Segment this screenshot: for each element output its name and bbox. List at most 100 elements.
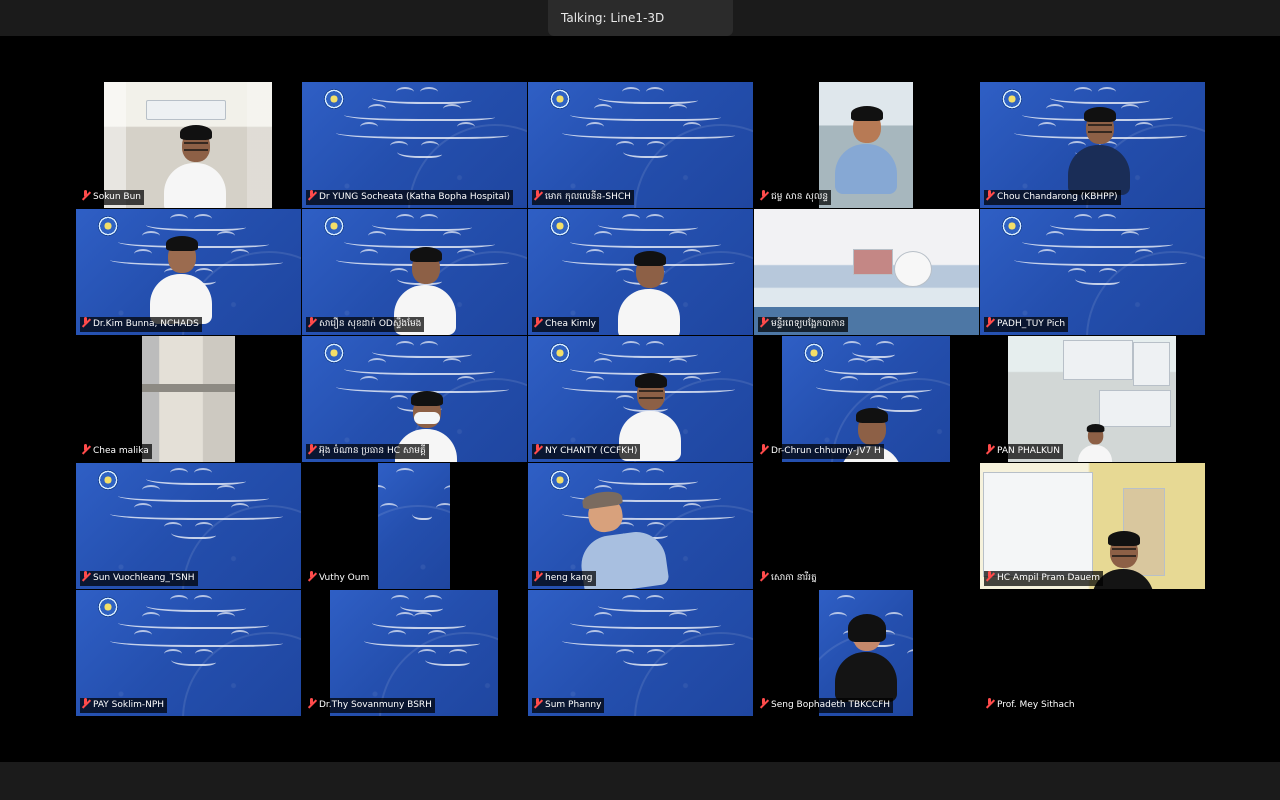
participant-tile[interactable]: HC Ampil Pram Dauem [980, 463, 1205, 589]
participant-name-label: Vuthy Oum [306, 571, 373, 586]
ministry-emblem [804, 343, 824, 363]
muted-microphone-icon [533, 698, 542, 709]
participant-tile[interactable]: Prof. Mey Sithach [980, 590, 1205, 716]
video-meeting-window: Talking: Line1-3D Sokun Bun Dr YUNG Soch… [0, 0, 1280, 800]
participant-name-label: PAY Soklim-NPH [80, 698, 168, 713]
participant-tile[interactable]: Sokun Bun [76, 82, 301, 208]
participant-tile[interactable]: Chou Chandarong (KBHPP) [980, 82, 1205, 208]
participant-tile[interactable]: មោក កុលលេនីន-SHCH [528, 82, 753, 208]
muted-microphone-icon [533, 190, 542, 201]
participant-video [142, 336, 235, 462]
participant-tile[interactable]: សារឿន សុខដាក់ ODស្ទឹងមែង [302, 209, 527, 335]
participant-tile[interactable]: PAN PHALKUN [980, 336, 1205, 462]
participant-name-label: សោភា នារីរត្ន [758, 571, 820, 586]
participant-name-label: Chea Kimly [532, 317, 599, 332]
muted-microphone-icon [533, 444, 542, 455]
participant-person [618, 251, 680, 335]
participant-person [150, 236, 212, 324]
muted-microphone-icon [985, 571, 994, 582]
muted-microphone-icon [759, 698, 768, 709]
muted-microphone-icon [307, 317, 316, 328]
muted-microphone-icon [985, 190, 994, 201]
participant-person [835, 106, 897, 194]
participant-video [819, 82, 913, 208]
participant-person [835, 614, 897, 702]
participant-name-label: Chou Chandarong (KBHPP) [984, 190, 1121, 205]
muted-microphone-icon [759, 444, 768, 455]
participant-tile[interactable]: PAY Soklim-NPH [76, 590, 301, 716]
ministry-emblem [550, 470, 570, 490]
participant-name-label: PAN PHALKUN [984, 444, 1063, 459]
wall-poster [1099, 390, 1171, 427]
presentation-slide [378, 463, 450, 589]
wall-poster [1133, 342, 1170, 386]
participant-name-label: Prof. Mey Sithach [984, 698, 1078, 713]
muted-microphone-icon [81, 190, 90, 201]
participant-name-label: Seng Bophadeth TBKCCFH [758, 698, 894, 713]
participant-tile[interactable]: សោភា នារីរត្ន [754, 463, 979, 589]
wall-chart [983, 472, 1093, 577]
ministry-emblem [550, 343, 570, 363]
participant-tile[interactable]: Dr.Thy Sovanmuny BSRH [302, 590, 527, 716]
participant-tile[interactable]: Dr YUNG Socheata (Katha Bopha Hospital) [302, 82, 527, 208]
wall-emblem [894, 251, 932, 287]
ministry-emblem [324, 89, 344, 109]
participant-person [164, 125, 226, 208]
participant-name-label: មោក កុលលេនីន-SHCH [532, 190, 634, 205]
muted-microphone-icon [307, 190, 316, 201]
participant-person [1068, 107, 1130, 195]
participant-tile[interactable]: Chea malika [76, 336, 301, 462]
participant-tile[interactable]: Chea Kimly [528, 209, 753, 335]
wall-rail [142, 384, 235, 392]
participant-tile[interactable]: Sum Phanny [528, 590, 753, 716]
participant-tile[interactable]: Vuthy Oum [302, 463, 527, 589]
wall-poster [1063, 340, 1133, 380]
ministry-emblem [324, 343, 344, 363]
participant-tile[interactable]: NY CHANTY (CCFKH) [528, 336, 753, 462]
participant-name-label: Dr.Thy Sovanmuny BSRH [306, 698, 435, 713]
participant-tile[interactable]: Dr-Chrun chhunny-JV7 H [754, 336, 979, 462]
ministry-emblem [550, 89, 570, 109]
muted-microphone-icon [985, 444, 994, 455]
participant-tile[interactable]: heng kang [528, 463, 753, 589]
participant-tile[interactable]: Seng Bophadeth TBKCCFH [754, 590, 979, 716]
talking-indicator: Talking: Line1-3D [548, 0, 733, 36]
participant-tile[interactable]: អ៊ុង ចំណាន ប្រធាន HC សាមគ្គី [302, 336, 527, 462]
participant-gallery: Sokun Bun Dr YUNG Socheata (Katha Bopha … [76, 82, 1205, 716]
muted-microphone-icon [307, 698, 316, 709]
participant-name-label: Dr.Kim Bunna, NCHADS [80, 317, 202, 332]
ministry-emblem [1002, 89, 1022, 109]
participant-name-label: HC Ampil Pram Dauem [984, 571, 1103, 586]
ceiling-light [146, 100, 226, 120]
ministry-emblem [550, 216, 570, 236]
participant-name-label: heng kang [532, 571, 596, 586]
participant-name-label: ជម្ល សាន សុលន្ទ [758, 190, 832, 205]
muted-microphone-icon [81, 571, 90, 582]
participant-tile[interactable]: Sun Vuochleang_TSNH [76, 463, 301, 589]
muted-microphone-icon [307, 444, 316, 455]
participant-name-label: អ៊ុង ចំណាន ប្រធាន HC សាមគ្គី [306, 444, 429, 459]
participant-tile[interactable]: PADH_TUY Pich [980, 209, 1205, 335]
muted-microphone-icon [759, 190, 768, 201]
participant-name-label: Chea malika [80, 444, 152, 459]
participant-person [1078, 424, 1113, 462]
muted-microphone-icon [985, 317, 994, 328]
wall-picture [853, 249, 893, 275]
ministry-emblem [98, 470, 118, 490]
participant-name-label: មន្ទីរពេទ្យបង្អែកបាកាន [758, 317, 849, 332]
participant-video [378, 463, 450, 589]
meeting-top-bar: Talking: Line1-3D [0, 0, 1280, 36]
meeting-bottom-bar [0, 762, 1280, 800]
ministry-emblem [1002, 216, 1022, 236]
participant-name-label: សារឿន សុខដាក់ ODស្ទឹងមែង [306, 317, 425, 332]
muted-microphone-icon [81, 444, 90, 455]
participant-tile[interactable]: មន្ទីរពេទ្យបង្អែកបាកាន [754, 209, 979, 335]
participant-tile[interactable]: ជម្ល សាន សុលន្ទ [754, 82, 979, 208]
participant-tile[interactable]: Dr.Kim Bunna, NCHADS [76, 209, 301, 335]
muted-microphone-icon [81, 317, 90, 328]
ministry-emblem [324, 216, 344, 236]
participant-name-label: Sun Vuochleang_TSNH [80, 571, 198, 586]
participant-name-label: Sokun Bun [80, 190, 145, 205]
muted-microphone-icon [307, 571, 316, 582]
participant-name-label: Dr YUNG Socheata (Katha Bopha Hospital) [306, 190, 514, 205]
